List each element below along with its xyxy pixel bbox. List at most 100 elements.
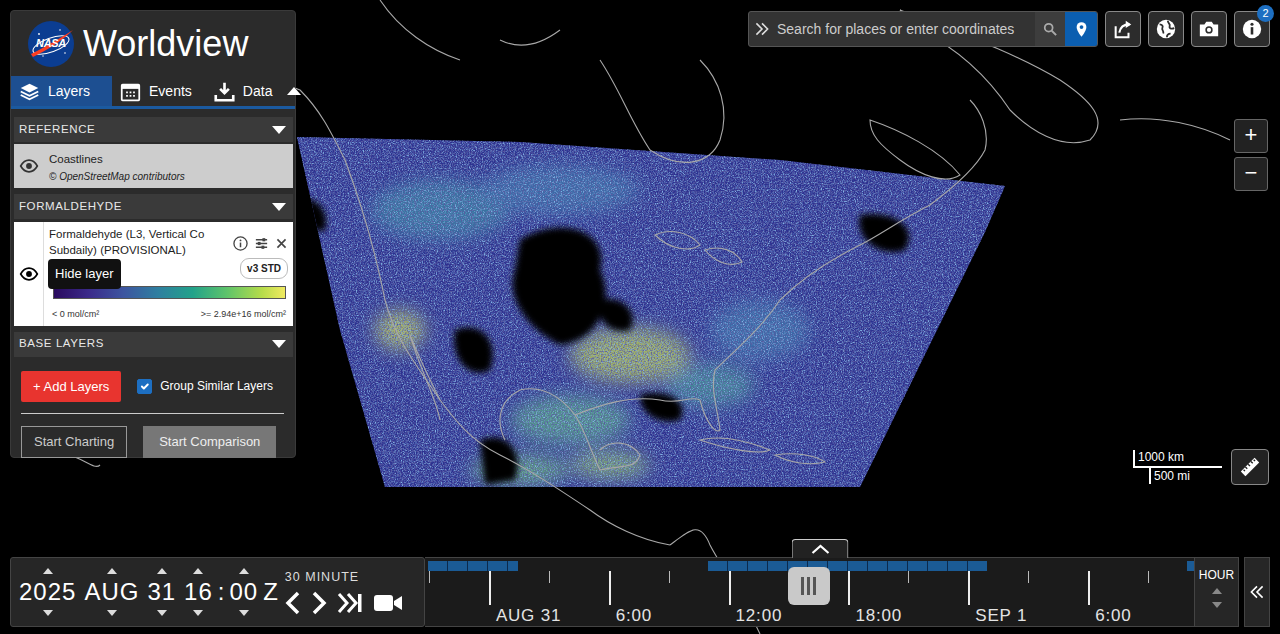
group-title: BASE LAYERS	[19, 335, 104, 352]
decrement-arrow-icon[interactable]	[238, 606, 250, 620]
location-pin-icon[interactable]	[1065, 12, 1097, 46]
close-icon[interactable]	[275, 228, 288, 258]
major-tick	[968, 571, 970, 605]
version-badge: v3 STD	[240, 258, 288, 279]
info-icon[interactable]: 2	[1234, 11, 1270, 47]
zoom-in-time-icon[interactable]	[1211, 584, 1223, 598]
panel-tab[interactable]: Events	[112, 76, 206, 106]
increment-arrow-icon[interactable]	[106, 564, 118, 578]
expand-triangle-icon[interactable]	[271, 125, 287, 135]
date-value[interactable]: 00	[229, 578, 258, 606]
zoom-out-button[interactable]: −	[1234, 157, 1268, 191]
time-handle[interactable]	[788, 567, 830, 605]
legend-min: < 0 mol/cm²	[52, 308, 99, 322]
decrement-arrow-icon[interactable]	[42, 606, 54, 620]
group-header[interactable]: BASE LAYERS	[14, 332, 293, 357]
eye-icon[interactable]	[14, 144, 44, 188]
next-arrow-icon[interactable]	[311, 590, 327, 616]
app-header: NASA Worldview	[11, 11, 295, 76]
eye-icon[interactable]	[14, 222, 44, 326]
expand-timeline-icon[interactable]	[792, 539, 849, 558]
download-icon	[214, 81, 235, 102]
layer-row[interactable]: Coastlines© OpenStreetMap contributors	[14, 144, 293, 188]
search-icon[interactable]	[1035, 12, 1065, 46]
major-tick	[1088, 571, 1090, 605]
tick-label: 6:00	[1095, 603, 1131, 629]
search-input[interactable]	[775, 12, 1035, 46]
major-tick	[729, 571, 731, 605]
layer-tools	[233, 226, 288, 258]
tab-label: Data	[243, 81, 273, 102]
zoom-controls: +−	[1234, 119, 1268, 191]
decrement-arrow-icon[interactable]	[156, 606, 168, 620]
date-field[interactable]: 2025	[15, 564, 80, 620]
increment-arrow-icon[interactable]	[192, 564, 204, 578]
tick-label: 12:00	[736, 603, 783, 629]
panel-tab[interactable]: Layers	[11, 76, 112, 106]
layer-title: Subdaily) (PROVISIONAL)	[49, 242, 233, 258]
start-charting-button[interactable]: Start Charting	[21, 426, 127, 458]
date-field[interactable]: 31	[143, 564, 180, 620]
legend-max: >= 2.94e+16 mol/cm²	[201, 308, 286, 322]
group-header[interactable]: REFERENCE	[14, 117, 293, 142]
projection-globe-icon[interactable]	[1148, 11, 1184, 47]
layer-group: FORMALDEHYDE Formaldehyde (L3, Vertical C…	[14, 194, 293, 326]
grip-line	[807, 577, 810, 595]
skip-to-now-icon[interactable]	[337, 591, 363, 615]
logo-text: NASA	[27, 37, 75, 49]
settings-icon[interactable]	[254, 228, 269, 258]
calendar-icon	[120, 81, 141, 102]
expand-triangle-icon[interactable]	[271, 339, 287, 349]
group-similar-label: Group Similar Layers	[160, 377, 273, 395]
panel-tab[interactable]: Data	[206, 76, 287, 106]
group-similar-checkbox[interactable]	[137, 379, 152, 394]
timescale-selector[interactable]: HOUR	[1194, 557, 1239, 627]
date-value[interactable]: AUG	[84, 578, 139, 606]
sidebar: NASA Worldview Layers Events Data REFERENC…	[10, 10, 296, 458]
tab-label: Layers	[48, 81, 90, 102]
layer-row[interactable]: Formaldehyde (L3, Vertical CoSubdaily) (…	[14, 222, 293, 326]
grip-line	[801, 577, 804, 595]
layer-title: Formaldehyde (L3, Vertical Co	[49, 226, 233, 242]
expand-search-icon[interactable]	[749, 12, 775, 46]
collapse-panel-icon[interactable]	[286, 76, 302, 106]
decrement-arrow-icon[interactable]	[106, 606, 118, 620]
snapshot-camera-icon[interactable]	[1191, 11, 1227, 47]
measure-button[interactable]	[1231, 449, 1269, 485]
group-title: REFERENCE	[19, 121, 95, 138]
group-similar-toggle[interactable]: Group Similar Layers	[137, 374, 273, 398]
zoom-out-time-icon[interactable]	[1211, 598, 1223, 612]
info-icon[interactable]	[233, 228, 248, 258]
date-field[interactable]: AUG	[80, 564, 143, 620]
increment-arrow-icon[interactable]	[238, 564, 250, 578]
nasa-logo[interactable]: NASA	[27, 20, 75, 68]
expand-triangle-icon[interactable]	[271, 202, 287, 212]
date-value[interactable]: 16	[184, 578, 213, 606]
share-icon[interactable]	[1105, 11, 1141, 47]
date-field[interactable]: 16	[180, 564, 217, 620]
layer-list: REFERENCE Coastlines© OpenStreetMap contr…	[11, 109, 295, 357]
decrement-arrow-icon[interactable]	[192, 606, 204, 620]
tick-label: SEP 1	[975, 603, 1027, 629]
layer-attribution: © OpenStreetMap contributors	[49, 169, 288, 184]
collapse-timeline-icon[interactable]	[1244, 557, 1270, 627]
increment-arrow-icon[interactable]	[156, 564, 168, 578]
start-comparison-button[interactable]: Start Comparison	[143, 426, 276, 458]
notification-badge: 2	[1257, 5, 1274, 22]
date-value[interactable]: 31	[147, 578, 176, 606]
scale-imperial: 500 mi	[1149, 468, 1222, 484]
interval-label[interactable]: 30 MINUTE	[285, 568, 403, 587]
animation-camera-icon[interactable]	[373, 592, 403, 614]
date-field[interactable]: 00	[225, 564, 262, 620]
group-header[interactable]: FORMALDEHYDE	[14, 194, 293, 219]
timeline-axis[interactable]: AUG 316:0012:0018:00SEP 16:00	[425, 557, 1194, 627]
date-value[interactable]: 2025	[19, 578, 76, 606]
add-layers-button[interactable]: + Add Layers	[21, 371, 121, 403]
layer-actions: + Add Layers Group Similar Layers Start Ch…	[11, 357, 295, 458]
increment-arrow-icon[interactable]	[42, 564, 54, 578]
divider	[21, 413, 284, 414]
minor-tick	[1148, 571, 1149, 583]
previous-arrow-icon[interactable]	[285, 590, 301, 616]
layers-icon	[19, 81, 40, 102]
zoom-in-button[interactable]: +	[1234, 119, 1268, 153]
